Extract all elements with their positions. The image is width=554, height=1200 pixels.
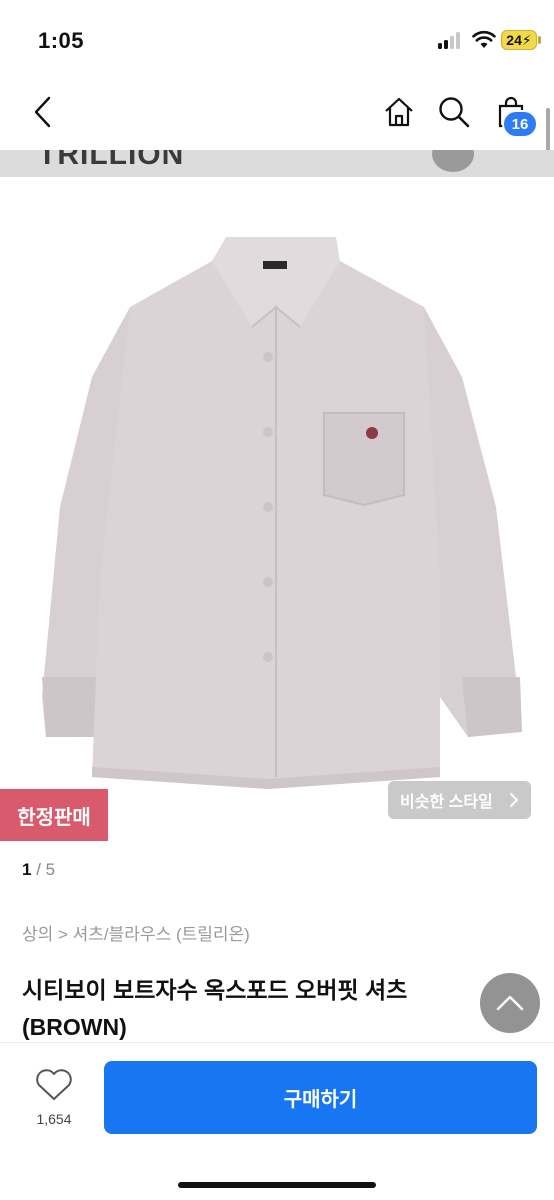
image-pager: 1 / 5 bbox=[22, 860, 56, 879]
brand-banner: TRILLION bbox=[0, 150, 554, 177]
product-title-line1: 시티보이 보트자수 옥스포드 오버핏 셔츠 bbox=[22, 977, 408, 1003]
cart-count-badge[interactable]: 16 bbox=[502, 110, 538, 138]
like-button[interactable]: 1,654 bbox=[28, 1067, 80, 1137]
buy-button[interactable]: 구매하기 bbox=[104, 1061, 537, 1134]
scroll-to-top-button[interactable] bbox=[480, 973, 540, 1033]
limited-sale-badge: 한정판매 bbox=[0, 789, 108, 841]
battery-icon: 24⚡ bbox=[501, 30, 537, 50]
product-image-carousel[interactable]: TRILLION bbox=[0, 150, 554, 830]
home-indicator[interactable] bbox=[178, 1182, 376, 1188]
search-button[interactable] bbox=[437, 94, 471, 130]
back-button[interactable] bbox=[26, 94, 60, 130]
status-time: 1:05 bbox=[38, 28, 85, 53]
product-title: 시티보이 보트자수 옥스포드 오버핏 셔츠 (BROWN) bbox=[22, 972, 492, 1046]
banner-close-button[interactable] bbox=[432, 150, 474, 172]
shirt-image bbox=[42, 237, 522, 789]
like-count: 1,654 bbox=[36, 1111, 72, 1127]
pager-current: 1 bbox=[22, 860, 32, 879]
chevron-right-icon bbox=[510, 793, 519, 807]
home-icon bbox=[385, 97, 413, 127]
chevron-up-icon bbox=[496, 995, 524, 1011]
home-button[interactable] bbox=[382, 94, 416, 130]
battery-cap bbox=[538, 36, 541, 44]
status-bar: 1:05 24⚡ bbox=[0, 0, 554, 80]
bottom-action-bar: 1,654 구매하기 bbox=[0, 1042, 554, 1200]
pager-total: 5 bbox=[45, 860, 56, 879]
chevron-left-icon bbox=[34, 96, 51, 128]
heart-icon bbox=[36, 1069, 72, 1100]
battery-level: 24⚡ bbox=[506, 32, 532, 48]
brand-banner-text: TRILLION bbox=[38, 150, 185, 171]
wifi-icon bbox=[472, 30, 496, 48]
nav-header bbox=[0, 80, 554, 150]
product-title-line2: (BROWN) bbox=[22, 1014, 127, 1040]
similar-style-label: 비슷한 스타일 bbox=[400, 794, 493, 811]
search-icon bbox=[439, 97, 470, 128]
signal-icon bbox=[438, 31, 464, 49]
similar-style-button[interactable]: 비슷한 스타일 bbox=[388, 781, 531, 819]
breadcrumb[interactable]: 상의 > 셔츠/블라우스 (트릴리온) bbox=[22, 920, 250, 945]
